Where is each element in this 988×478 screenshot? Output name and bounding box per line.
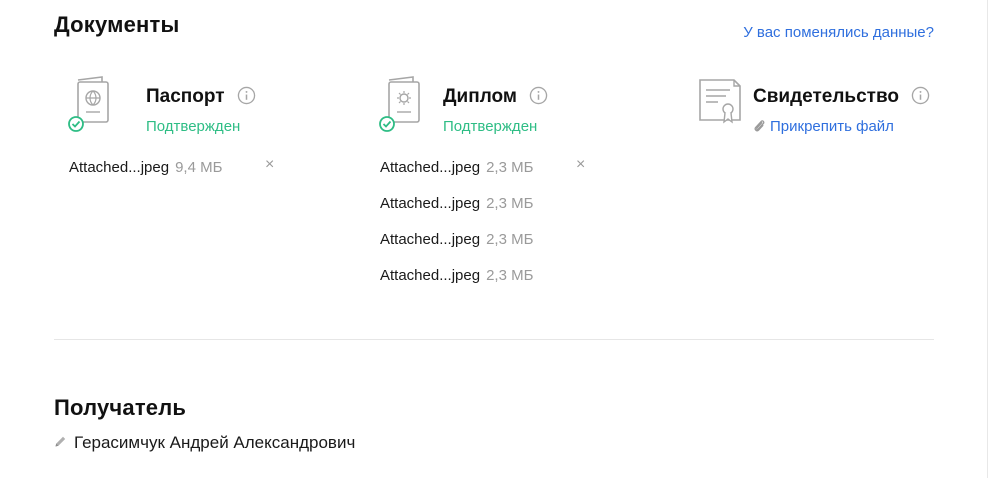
recipient-title: Получатель [54,395,187,420]
status-confirmed: Подтвержден [443,118,538,135]
paperclip-icon [754,120,765,132]
attach-file-label: Прикрепить файл [770,118,894,135]
file-name[interactable]: Attached...jpeg [380,267,480,284]
pencil-icon [55,436,66,447]
info-icon[interactable] [911,86,930,105]
document-name: Паспорт [146,86,225,107]
certificate-icon [699,79,741,124]
remove-file-button[interactable]: × [576,156,585,174]
info-icon[interactable] [237,86,256,105]
file-size: 2,3 МБ [486,159,534,176]
diploma-icon [379,76,420,132]
file-name[interactable]: Attached...jpeg [380,159,480,176]
recipient-name: Герасимчук Андрей Александрович [74,433,356,452]
file-name[interactable]: Attached...jpeg [380,195,480,212]
recipient-name-row[interactable]: Герасимчук Андрей Александрович [54,433,355,453]
file-size: 9,4 МБ [175,159,223,176]
diploma-files: Attached...jpeg 2,3 МБ × Attached...jpeg 2… [380,156,585,303]
file-row: Attached...jpeg 2,3 МБ [380,231,533,267]
documents-page: Документы У вас поменялись данные? Паспо… [0,0,988,478]
file-size: 2,3 МБ [486,267,534,284]
data-changed-link[interactable]: У вас поменялись данные? [743,24,934,41]
document-name: Свидетельство [753,86,899,107]
file-row: Attached...jpeg 2,3 МБ [380,195,533,231]
passport-icon [68,76,109,132]
document-name: Диплом [443,86,517,107]
file-row: Attached...jpeg 2,3 МБ [380,267,533,303]
file-size: 2,3 МБ [486,195,534,212]
info-icon[interactable] [529,86,548,105]
documents-title: Документы [54,12,180,37]
status-confirmed: Подтвержден [146,118,241,135]
file-row: Attached...jpeg 2,3 МБ × [380,156,585,195]
section-divider [54,339,934,340]
remove-file-button[interactable]: × [265,156,274,174]
file-size: 2,3 МБ [486,231,534,248]
attach-file-link[interactable]: Прикрепить файл [752,118,894,135]
file-row: Attached...jpeg 9,4 МБ × [69,156,274,195]
file-name[interactable]: Attached...jpeg [380,231,480,248]
file-name[interactable]: Attached...jpeg [69,159,169,176]
passport-files: Attached...jpeg 9,4 МБ × [69,156,274,195]
